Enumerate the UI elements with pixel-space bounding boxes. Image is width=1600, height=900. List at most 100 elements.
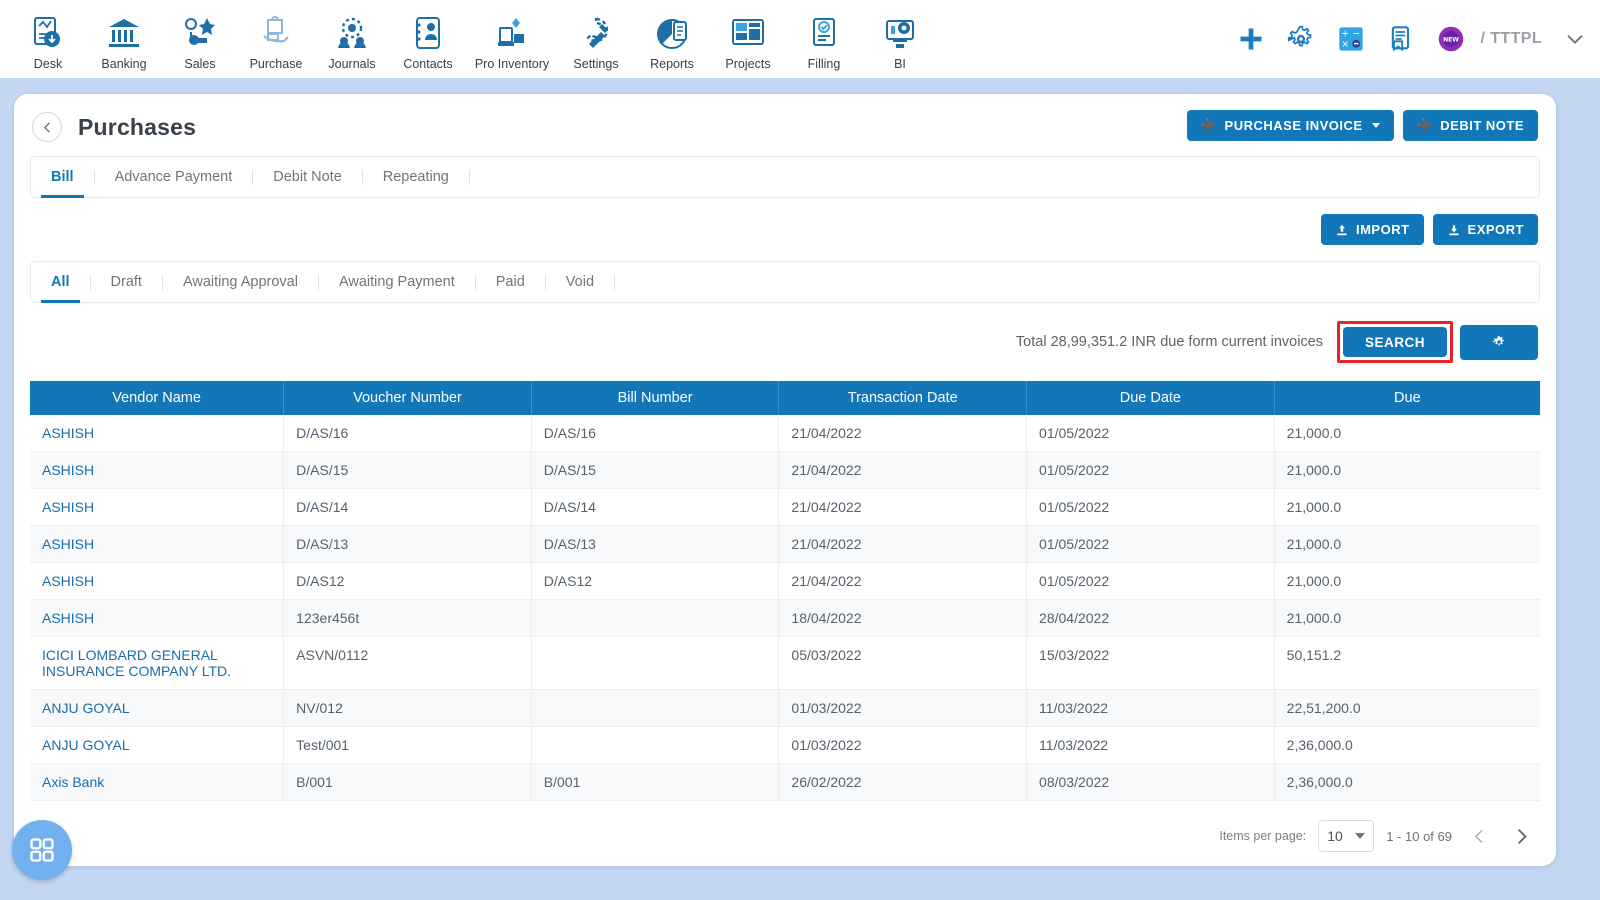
column-header[interactable]: Bill Number <box>531 381 780 415</box>
nav-item-desk[interactable]: Desk <box>10 8 86 71</box>
status-tab-void[interactable]: Void <box>546 262 614 302</box>
nav-item-label: Purchase <box>249 56 303 71</box>
status-tab-awaiting-approval[interactable]: Awaiting Approval <box>163 262 318 302</box>
bills-table: Vendor Name Voucher Number Bill Number Tran… <box>30 381 1540 801</box>
nav-item-pro-inventory[interactable]: Pro Inventory <box>466 8 558 71</box>
table-row[interactable]: ASHISH D/AS/14 D/AS/14 21/04/2022 01/05/2022… <box>30 488 1540 526</box>
cell-vendor[interactable]: ASHISH <box>30 488 285 526</box>
svg-text:NEW: NEW <box>1443 37 1459 44</box>
cell-vendor[interactable]: Axis Bank <box>30 763 285 801</box>
tab-separator <box>614 274 616 290</box>
previous-page-button[interactable] <box>1464 821 1494 851</box>
tab-label: Void <box>565 274 595 290</box>
table-row[interactable]: ICICI LOMBARD GENERAL INSURANCE COMPANY … <box>30 636 1540 690</box>
column-header[interactable]: Due Date <box>1026 381 1275 415</box>
nav-item-settings[interactable]: Settings <box>558 8 634 71</box>
column-header[interactable]: Due <box>1274 381 1540 415</box>
cell-vendor[interactable]: ANJU GOYAL <box>30 689 285 727</box>
cell-vendor[interactable]: ASHISH <box>30 451 285 489</box>
tab-bill[interactable]: Bill <box>31 157 94 198</box>
calculator-icon[interactable]: + − × <box>1337 25 1365 53</box>
cell-txn-date: 21/04/2022 <box>778 562 1028 600</box>
page-header: Purchases ➕ PURCHASE INVOICE ➕ DEBIT NOT… <box>14 94 1556 142</box>
cell-vendor[interactable]: ANJU GOYAL <box>30 726 285 764</box>
cell-due: 2,36,000.0 <box>1274 763 1540 801</box>
cell-due-date: 11/03/2022 <box>1026 726 1275 764</box>
debit-note-button[interactable]: ➕ DEBIT NOTE <box>1402 110 1538 141</box>
plus-icon[interactable] <box>1237 25 1265 53</box>
status-tab-awaiting-payment[interactable]: Awaiting Payment <box>319 262 475 302</box>
table-row[interactable]: ANJU GOYAL NV/012 01/03/2022 11/03/2022 22,5… <box>30 689 1540 727</box>
table-row[interactable]: Axis Bank B/001 B/001 26/02/2022 08/03/2022 2… <box>30 763 1540 801</box>
table-row[interactable]: ASHISH D/AS/15 D/AS/15 21/04/2022 01/05/2022… <box>30 451 1540 489</box>
column-header[interactable]: Vendor Name <box>30 381 285 415</box>
back-button[interactable] <box>32 112 62 142</box>
column-header[interactable]: Voucher Number <box>283 381 532 415</box>
gear-icon[interactable] <box>1287 25 1315 53</box>
filling-icon <box>813 17 835 46</box>
purchase-icon <box>263 15 289 42</box>
tab-repeating[interactable]: Repeating <box>363 157 469 197</box>
cell-vendor[interactable]: ASHISH <box>30 415 285 452</box>
svg-text:+: + <box>1341 29 1349 40</box>
organization-label: / TTTPL <box>1480 30 1542 47</box>
table-settings-button[interactable] <box>1460 324 1538 360</box>
purchase-invoice-button[interactable]: ➕ PURCHASE INVOICE <box>1186 110 1394 141</box>
tab-advance-payment[interactable]: Advance Payment <box>95 157 253 197</box>
items-per-page-select[interactable]: 10 <box>1318 820 1375 852</box>
cell-bill: D/AS/15 <box>531 451 780 489</box>
nav-item-sales[interactable]: Sales <box>162 8 238 71</box>
table-row[interactable]: ANJU GOYAL Test/001 01/03/2022 11/03/2022 2,… <box>30 726 1540 764</box>
cell-due: 21,000.0 <box>1274 415 1540 452</box>
import-label: IMPORT <box>1355 222 1410 237</box>
cell-vendor[interactable]: ASHISH <box>30 525 285 563</box>
nav-item-purchase[interactable]: Purchase <box>238 8 314 71</box>
table-row[interactable]: ASHISH 123er456t 18/04/2022 28/04/2022 21,00… <box>30 599 1540 637</box>
tab-label: Advance Payment <box>114 169 233 185</box>
nav-item-filling[interactable]: Filling <box>786 8 862 71</box>
tab-label: Paid <box>495 274 525 290</box>
notes-icon[interactable] <box>1387 25 1415 53</box>
status-filter-tabs: All Draft Awaiting Approval Awaiting Paymen… <box>30 261 1540 303</box>
column-header[interactable]: Transaction Date <box>778 381 1028 415</box>
reports-icon <box>657 18 687 49</box>
cell-due: 50,151.2 <box>1274 636 1540 690</box>
import-button[interactable]: IMPORT <box>1320 214 1424 245</box>
cell-bill <box>531 599 780 637</box>
nav-item-projects[interactable]: Projects <box>710 8 786 71</box>
cell-txn-date: 26/02/2022 <box>778 763 1028 801</box>
cell-vendor[interactable]: ICICI LOMBARD GENERAL INSURANCE COMPANY … <box>30 636 285 690</box>
next-page-button[interactable] <box>1506 821 1536 851</box>
chevron-down-icon[interactable] <box>1564 28 1586 50</box>
paginator: Items per page: 10 1 - 10 of 69 <box>1219 820 1536 852</box>
search-button[interactable]: SEARCH <box>1342 327 1447 357</box>
table-row[interactable]: ASHISH D/AS/16 D/AS/16 21/04/2022 01/05/2022… <box>30 415 1540 452</box>
status-tab-draft[interactable]: Draft <box>91 262 162 302</box>
new-badge-icon[interactable]: NEW <box>1437 25 1465 53</box>
sales-icon <box>185 17 215 45</box>
nav-item-bi[interactable]: BI <box>862 8 938 71</box>
cell-voucher: D/AS/16 <box>283 415 532 452</box>
cell-vendor[interactable]: ASHISH <box>30 599 285 637</box>
status-tab-all[interactable]: All <box>31 262 90 303</box>
cell-voucher: B/001 <box>283 763 532 801</box>
nav-item-contacts[interactable]: Contacts <box>390 8 466 71</box>
nav-item-journals[interactable]: Journals <box>314 8 390 71</box>
apps-fab-button[interactable] <box>12 820 72 880</box>
nav-item-label: Journals <box>328 56 376 71</box>
dashboard-icon <box>34 16 60 47</box>
cell-due-date: 01/05/2022 <box>1026 562 1275 600</box>
nav-item-reports[interactable]: Reports <box>634 8 710 71</box>
export-label: EXPORT <box>1467 222 1524 237</box>
gear-icon <box>1492 335 1504 346</box>
table-row[interactable]: ASHISH D/AS/13 D/AS/13 21/04/2022 01/05/2022… <box>30 525 1540 563</box>
nav-item-banking[interactable]: Banking <box>86 8 162 71</box>
tab-label: Repeating <box>382 169 449 185</box>
export-button[interactable]: EXPORT <box>1432 214 1538 245</box>
table-row[interactable]: ASHISH D/AS12 D/AS12 21/04/2022 01/05/2022 21… <box>30 562 1540 600</box>
cell-vendor[interactable]: ASHISH <box>30 562 285 600</box>
cell-voucher: D/AS/15 <box>283 451 532 489</box>
tab-debit-note[interactable]: Debit Note <box>253 157 362 197</box>
status-tab-paid[interactable]: Paid <box>476 262 545 302</box>
nav-item-label: Reports <box>650 56 694 71</box>
